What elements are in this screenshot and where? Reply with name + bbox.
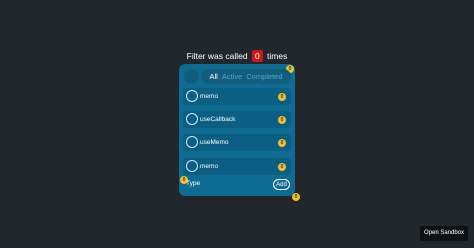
filter-call-count: 0: [251, 50, 263, 62]
heading-prefix: Filter was called: [186, 51, 248, 61]
todo-label: useMemo: [200, 139, 229, 146]
filter-tab-all[interactable]: All: [209, 72, 217, 81]
todo-card: 0 All Active Completed memo 0 useCallbac…: [179, 64, 300, 201]
todo-render-badge: 0: [278, 115, 286, 124]
todo-item[interactable]: memo 0: [183, 88, 291, 105]
add-button[interactable]: Add: [273, 179, 290, 190]
toggle-all-button[interactable]: [184, 69, 199, 84]
todo-label: memo: [200, 93, 219, 100]
todo-checkbox[interactable]: [186, 160, 198, 172]
todo-checkbox[interactable]: [186, 136, 198, 148]
heading-suffix: times: [267, 51, 288, 61]
todo-checkbox[interactable]: [186, 90, 198, 102]
todo-render-badge: 0: [278, 162, 286, 171]
todo-item[interactable]: memo 0: [183, 158, 291, 175]
todo-render-badge: 0: [278, 138, 286, 147]
card-corner-badge: 0: [292, 193, 300, 201]
todo-item[interactable]: useCallback 0: [183, 111, 291, 128]
todo-item[interactable]: useMemo 0: [183, 134, 291, 151]
todo-checkbox[interactable]: [186, 113, 198, 125]
todo-label: memo: [200, 163, 219, 170]
new-todo-input[interactable]: Type: [186, 180, 200, 187]
todo-render-badge: 0: [278, 92, 286, 101]
filter-tabs: All Active Completed: [201, 69, 291, 84]
filter-call-heading: Filter was called 0 times: [0, 49, 474, 63]
todo-label: useCallback: [200, 116, 236, 123]
filter-tab-active[interactable]: Active: [222, 72, 242, 81]
open-sandbox-button[interactable]: Open Sandbox: [420, 226, 468, 241]
filter-tab-completed[interactable]: Completed: [246, 72, 282, 81]
